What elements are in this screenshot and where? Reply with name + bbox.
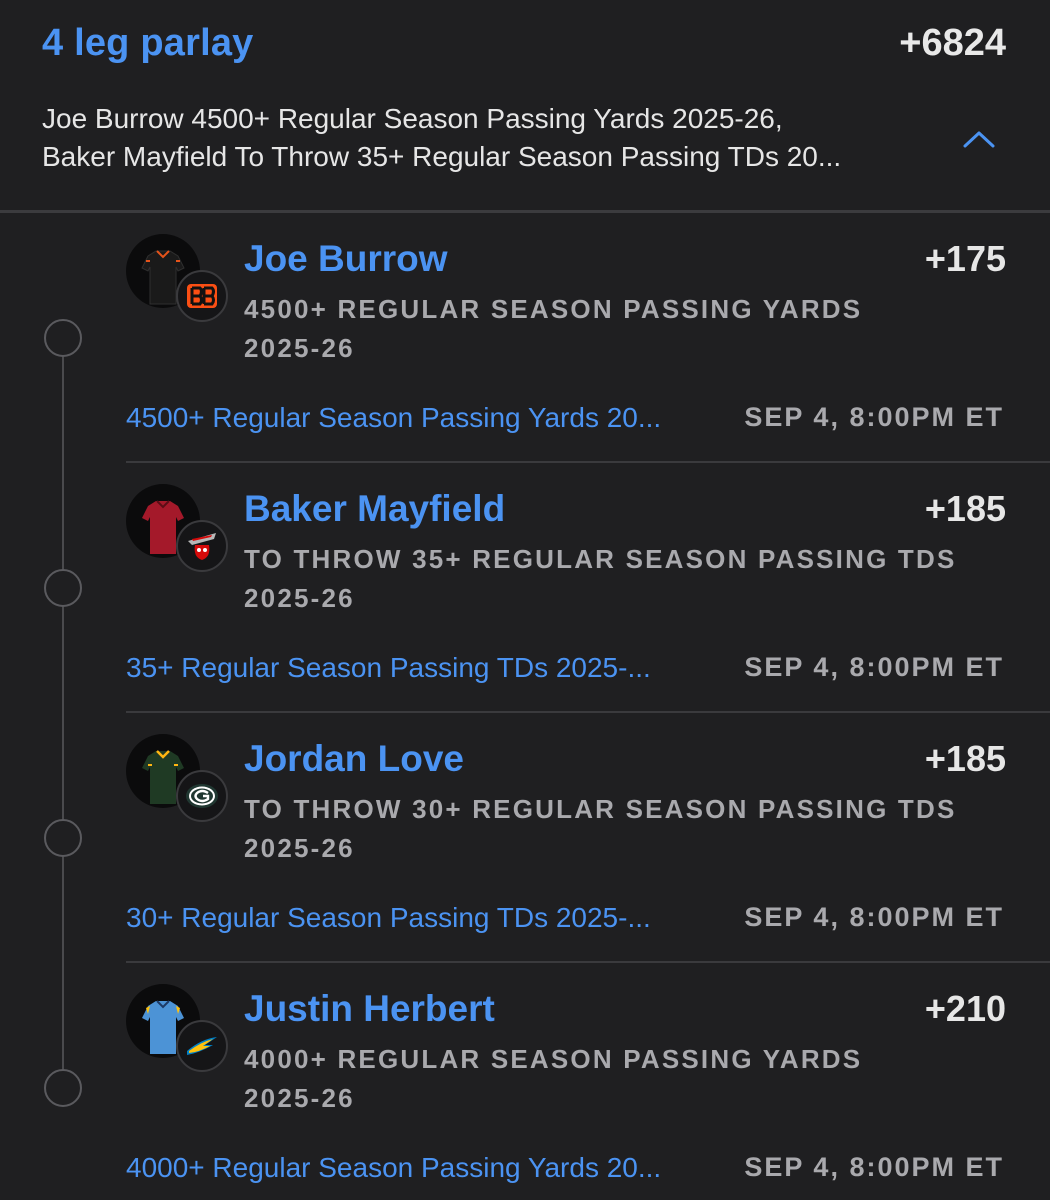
parlay-card: 4 leg parlay +6824 Joe Burrow 4500+ Regu…	[0, 0, 1050, 1200]
chevron-up-icon[interactable]	[961, 126, 997, 152]
parlay-title[interactable]: 4 leg parlay	[42, 22, 254, 65]
market-description: TO THROW 30+ REGULAR SEASON PASSING TDS …	[244, 790, 964, 868]
leg-odds: +185	[924, 488, 1006, 529]
leg-3[interactable]: Jordan Love +185 TO THROW 30+ REGULAR SE…	[126, 712, 1050, 962]
market-line-1: TO THROW 35+ REGULAR SEASON PASSING TDS	[244, 544, 957, 574]
market-line-1: TO THROW 30+ REGULAR SEASON PASSING TDS	[244, 794, 957, 824]
market-line-2: 2025-26	[244, 583, 355, 613]
total-odds: +6824	[899, 21, 1006, 64]
leg-timeline	[62, 338, 64, 1088]
buccaneers-logo-icon	[176, 520, 228, 572]
market-line-1: 4500+ REGULAR SEASON PASSING YARDS	[244, 294, 863, 324]
market-description: 4000+ REGULAR SEASON PASSING YARDS 2025-…	[244, 1040, 964, 1118]
player-name[interactable]: Baker Mayfield	[244, 488, 505, 530]
leg-3-node	[44, 819, 82, 857]
parlay-header: 4 leg parlay +6824	[42, 18, 1006, 68]
leg-odds: +185	[924, 738, 1006, 779]
leg-2-node	[44, 569, 82, 607]
leg-odds: +175	[924, 238, 1006, 279]
market-description: TO THROW 35+ REGULAR SEASON PASSING TDS …	[244, 540, 964, 618]
market-line-1: 4000+ REGULAR SEASON PASSING YARDS	[244, 1044, 863, 1074]
market-link[interactable]: 30+ Regular Season Passing TDs 2025-...	[126, 902, 726, 934]
event-datetime: SEP 4, 8:00PM ET	[744, 652, 1004, 682]
market-link[interactable]: 4500+ Regular Season Passing Yards 20...	[126, 402, 726, 434]
chargers-logo-icon	[176, 1020, 228, 1072]
player-name[interactable]: Jordan Love	[244, 738, 464, 780]
summary-line-2: Baker Mayfield To Throw 35+ Regular Seas…	[42, 141, 842, 172]
event-datetime: SEP 4, 8:00PM ET	[744, 402, 1004, 432]
event-datetime: SEP 4, 8:00PM ET	[744, 1152, 1004, 1182]
leg-4[interactable]: Justin Herbert +210 4000+ REGULAR SEASON…	[126, 962, 1050, 1200]
bengals-logo-icon	[176, 270, 228, 322]
parlay-summary: Joe Burrow 4500+ Regular Season Passing …	[42, 100, 942, 176]
market-link[interactable]: 35+ Regular Season Passing TDs 2025-...	[126, 652, 726, 684]
player-name[interactable]: Justin Herbert	[244, 988, 495, 1030]
leg-1-node	[44, 319, 82, 357]
market-line-2: 2025-26	[244, 333, 355, 363]
leg-2[interactable]: Baker Mayfield +185 TO THROW 35+ REGULAR…	[126, 462, 1050, 712]
player-name[interactable]: Joe Burrow	[244, 238, 448, 280]
leg-1[interactable]: Joe Burrow +175 4500+ REGULAR SEASON PAS…	[126, 212, 1050, 462]
market-line-2: 2025-26	[244, 833, 355, 863]
market-link[interactable]: 4000+ Regular Season Passing Yards 20...	[126, 1152, 726, 1184]
market-description: 4500+ REGULAR SEASON PASSING YARDS 2025-…	[244, 290, 964, 368]
summary-line-1: Joe Burrow 4500+ Regular Season Passing …	[42, 103, 783, 134]
leg-4-node	[44, 1069, 82, 1107]
market-line-2: 2025-26	[244, 1083, 355, 1113]
leg-odds: +210	[924, 988, 1006, 1029]
packers-logo-icon	[176, 770, 228, 822]
event-datetime: SEP 4, 8:00PM ET	[744, 902, 1004, 932]
